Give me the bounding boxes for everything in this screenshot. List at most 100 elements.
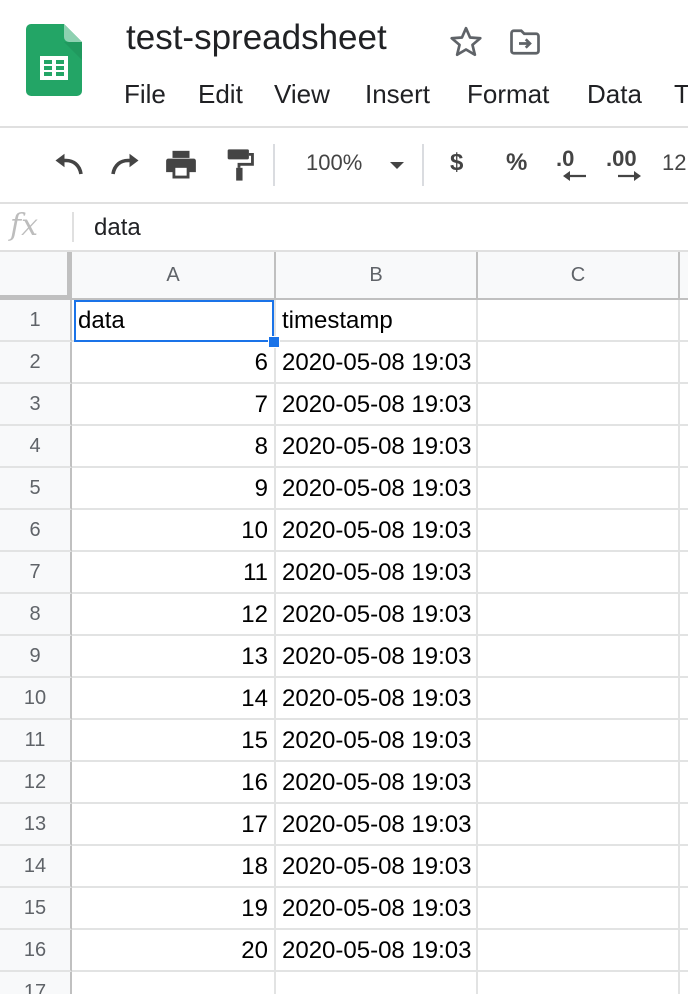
row-header[interactable]: 7 — [0, 552, 72, 594]
cell-d-4[interactable] — [680, 426, 688, 468]
cell-a-11[interactable]: 15 — [72, 720, 276, 762]
cell-a-4[interactable]: 8 — [72, 426, 276, 468]
cell-c-10[interactable] — [478, 678, 680, 720]
column-header-a[interactable]: A — [72, 252, 276, 300]
star-icon[interactable] — [448, 24, 484, 60]
print-icon[interactable] — [162, 146, 200, 184]
cell-b-7[interactable]: 2020-05-08 19:03 — [276, 552, 478, 594]
cell-c-3[interactable] — [478, 384, 680, 426]
cell-a-17[interactable] — [72, 972, 276, 994]
cell-b-5[interactable]: 2020-05-08 19:03 — [276, 468, 478, 510]
cell-d-7[interactable] — [680, 552, 688, 594]
currency-format-button[interactable]: $ — [450, 148, 463, 178]
row-header[interactable]: 6 — [0, 510, 72, 552]
row-header[interactable]: 11 — [0, 720, 72, 762]
row-header[interactable]: 15 — [0, 888, 72, 930]
zoom-select[interactable]: 100% — [306, 148, 362, 178]
cell-a-14[interactable]: 18 — [72, 846, 276, 888]
cell-b-17[interactable] — [276, 972, 478, 994]
cell-b-15[interactable]: 2020-05-08 19:03 — [276, 888, 478, 930]
cell-c-16[interactable] — [478, 930, 680, 972]
cell-d-9[interactable] — [680, 636, 688, 678]
cell-b-10[interactable]: 2020-05-08 19:03 — [276, 678, 478, 720]
select-all-corner[interactable] — [0, 252, 72, 300]
cell-c-14[interactable] — [478, 846, 680, 888]
cell-a-3[interactable]: 7 — [72, 384, 276, 426]
cell-b-3[interactable]: 2020-05-08 19:03 — [276, 384, 478, 426]
row-header[interactable]: 10 — [0, 678, 72, 720]
cell-b-2[interactable]: 2020-05-08 19:03 — [276, 342, 478, 384]
cell-d-1[interactable] — [680, 300, 688, 342]
fill-handle[interactable] — [268, 336, 280, 348]
menu-file[interactable]: File — [124, 74, 166, 114]
cell-d-15[interactable] — [680, 888, 688, 930]
column-header-d[interactable] — [680, 252, 688, 300]
cell-c-12[interactable] — [478, 762, 680, 804]
cell-d-14[interactable] — [680, 846, 688, 888]
cell-d-5[interactable] — [680, 468, 688, 510]
cell-c-6[interactable] — [478, 510, 680, 552]
column-header-c[interactable]: C — [478, 252, 680, 300]
chevron-down-icon[interactable] — [386, 146, 408, 184]
cell-b-14[interactable]: 2020-05-08 19:03 — [276, 846, 478, 888]
move-to-folder-icon[interactable] — [506, 24, 544, 60]
cell-a-15[interactable]: 19 — [72, 888, 276, 930]
row-header[interactable]: 2 — [0, 342, 72, 384]
cell-b-13[interactable]: 2020-05-08 19:03 — [276, 804, 478, 846]
row-header[interactable]: 17 — [0, 972, 72, 994]
redo-icon[interactable] — [106, 146, 144, 184]
cell-b-4[interactable]: 2020-05-08 19:03 — [276, 426, 478, 468]
row-header[interactable]: 1 — [0, 300, 72, 342]
row-header[interactable]: 14 — [0, 846, 72, 888]
cell-a-6[interactable]: 10 — [72, 510, 276, 552]
cell-a-13[interactable]: 17 — [72, 804, 276, 846]
undo-icon[interactable] — [50, 146, 88, 184]
sheets-logo-icon[interactable] — [26, 24, 82, 96]
cell-d-8[interactable] — [680, 594, 688, 636]
cell-c-1[interactable] — [478, 300, 680, 342]
cell-b-9[interactable]: 2020-05-08 19:03 — [276, 636, 478, 678]
cell-c-15[interactable] — [478, 888, 680, 930]
menu-edit[interactable]: Edit — [198, 74, 243, 114]
cell-d-6[interactable] — [680, 510, 688, 552]
menu-tools[interactable]: T — [674, 74, 688, 114]
row-header[interactable]: 3 — [0, 384, 72, 426]
cell-b-6[interactable]: 2020-05-08 19:03 — [276, 510, 478, 552]
row-header[interactable]: 4 — [0, 426, 72, 468]
row-header[interactable]: 13 — [0, 804, 72, 846]
cell-b-1[interactable]: timestamp — [276, 300, 478, 342]
cell-b-16[interactable]: 2020-05-08 19:03 — [276, 930, 478, 972]
cell-b-11[interactable]: 2020-05-08 19:03 — [276, 720, 478, 762]
menu-insert[interactable]: Insert — [365, 74, 430, 114]
cell-a-7[interactable]: 11 — [72, 552, 276, 594]
cell-a-9[interactable]: 13 — [72, 636, 276, 678]
row-header[interactable]: 12 — [0, 762, 72, 804]
cell-d-10[interactable] — [680, 678, 688, 720]
cell-c-17[interactable] — [478, 972, 680, 994]
cell-d-16[interactable] — [680, 930, 688, 972]
cell-a-12[interactable]: 16 — [72, 762, 276, 804]
row-header[interactable]: 8 — [0, 594, 72, 636]
cell-a-16[interactable]: 20 — [72, 930, 276, 972]
column-header-b[interactable]: B — [276, 252, 478, 300]
percent-format-button[interactable]: % — [506, 148, 527, 178]
cell-d-13[interactable] — [680, 804, 688, 846]
cell-b-8[interactable]: 2020-05-08 19:03 — [276, 594, 478, 636]
formula-input[interactable]: data — [94, 208, 141, 248]
row-header[interactable]: 9 — [0, 636, 72, 678]
menu-data[interactable]: Data — [587, 74, 642, 114]
row-header[interactable]: 5 — [0, 468, 72, 510]
menu-view[interactable]: View — [274, 74, 330, 114]
cell-c-13[interactable] — [478, 804, 680, 846]
more-formats-button[interactable]: 12 — [662, 148, 686, 178]
cell-d-17[interactable] — [680, 972, 688, 994]
cell-d-12[interactable] — [680, 762, 688, 804]
row-header[interactable]: 16 — [0, 930, 72, 972]
cell-a-8[interactable]: 12 — [72, 594, 276, 636]
cell-c-5[interactable] — [478, 468, 680, 510]
cell-d-3[interactable] — [680, 384, 688, 426]
paint-format-icon[interactable] — [220, 146, 258, 184]
cell-a-5[interactable]: 9 — [72, 468, 276, 510]
cell-a-1[interactable]: data — [72, 300, 276, 342]
cell-c-8[interactable] — [478, 594, 680, 636]
